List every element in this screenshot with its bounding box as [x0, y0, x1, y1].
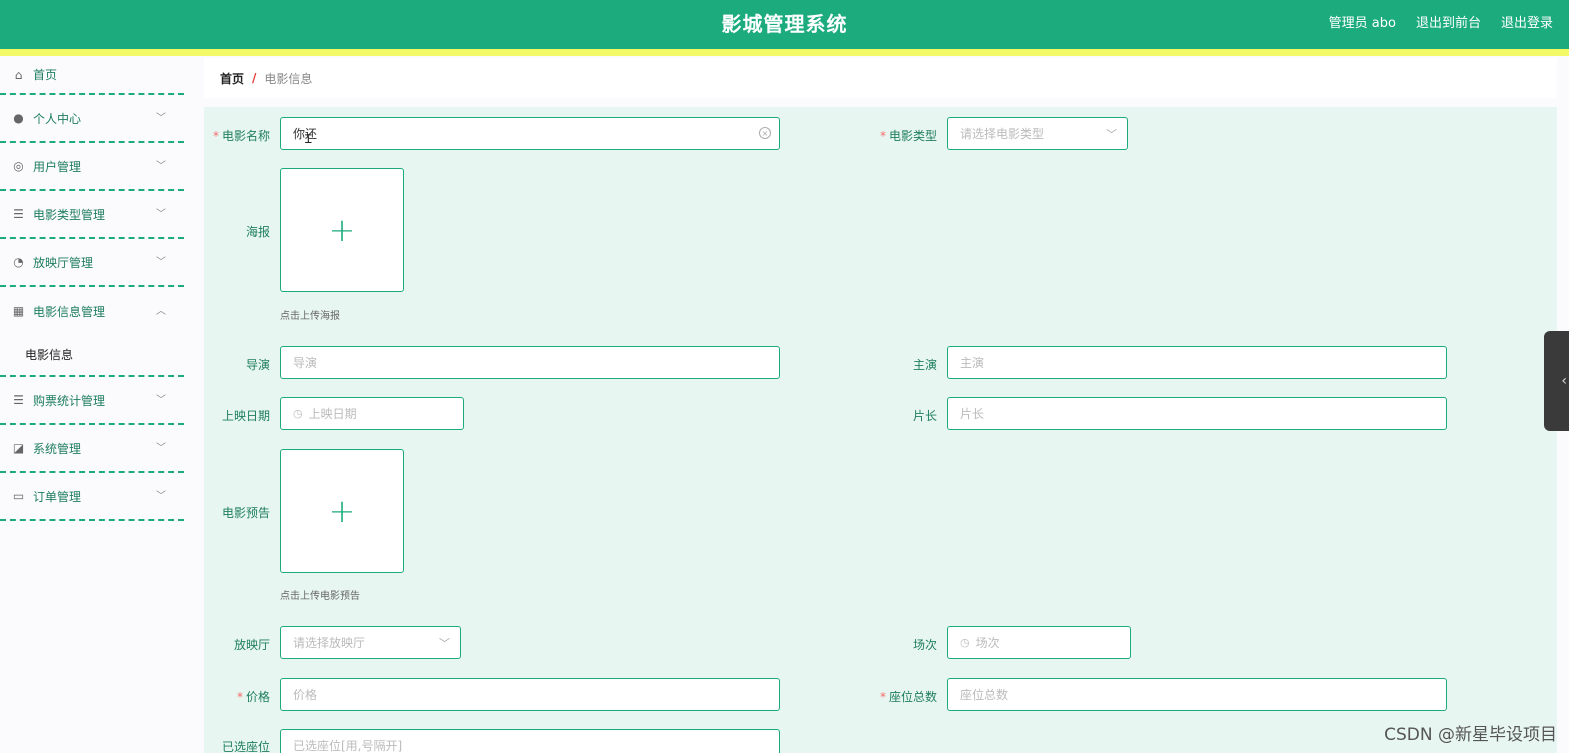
- sidebar-item-ticket-stats-management[interactable]: ☰ 购票统计管理 ﹀: [0, 377, 184, 425]
- sidebar-item-order-management[interactable]: ▭ 订单管理 ﹀: [0, 473, 184, 521]
- price-input[interactable]: 价格: [280, 678, 780, 711]
- movie-name-input[interactable]: 你还 ×: [280, 117, 780, 150]
- session-label: 场次: [912, 638, 937, 652]
- chevron-down-icon: ﹀: [156, 491, 166, 502]
- sidebar-item-label: 用户管理: [33, 159, 82, 174]
- sidebar-item-label: 电影信息管理: [33, 304, 106, 319]
- logout-link[interactable]: 退出登录: [1501, 12, 1553, 31]
- chevron-down-icon: ﹀: [156, 443, 166, 454]
- breadcrumb-separator: /: [252, 71, 257, 85]
- submenu-movie-info: 电影信息: [0, 335, 184, 377]
- sidebar-item-label: 电影类型管理: [33, 207, 106, 222]
- breadcrumb-current: 电影信息: [264, 71, 313, 86]
- sidebar-item-movie-type-management[interactable]: ☰ 电影类型管理 ﹀: [0, 191, 184, 239]
- movie-name-label: * 电影名称: [212, 129, 270, 143]
- user-icon: ●: [13, 111, 24, 125]
- chevron-down-icon: ﹀: [156, 113, 166, 124]
- chevron-down-icon: ﹀: [156, 209, 166, 220]
- monitor-icon: ▭: [12, 489, 25, 503]
- sidebar-item-user-management[interactable]: ◎ 用户管理 ﹀: [0, 143, 184, 191]
- sidebar-subitem-movie-info[interactable]: 电影信息: [0, 335, 184, 375]
- lifebuoy-icon: ◎: [13, 159, 24, 173]
- top-header: 影城管理系统 管理员 abo 退出到前台 退出登录: [0, 0, 1569, 49]
- seats-selected-input[interactable]: 已选座位[用,号隔开]: [280, 729, 780, 753]
- actor-label: 主演: [912, 358, 937, 372]
- poster-label: 海报: [245, 225, 270, 239]
- exit-to-front-link[interactable]: 退出到前台: [1416, 12, 1481, 31]
- seat-total-label: * 座位总数: [879, 690, 937, 704]
- sidebar-item-hall-management[interactable]: ◔ 放映厅管理 ﹀: [0, 239, 184, 287]
- movie-type-label: * 电影类型: [879, 129, 937, 143]
- sidebar: ⌂ 首页 ● 个人中心 ﹀ ◎ 用户管理 ﹀ ☰ 电影类型管理 ﹀ ◔ 放映厅管…: [0, 56, 184, 753]
- sidebar-item-label: 首页: [33, 68, 58, 82]
- compass-icon: ◔: [13, 255, 24, 269]
- header-accent-strip: [0, 49, 1569, 56]
- clock-icon: ◷: [293, 407, 303, 420]
- chevron-left-icon: ‹: [1561, 373, 1567, 389]
- sidebar-item-label: 放映厅管理: [33, 255, 94, 270]
- movie-type-select[interactable]: 请选择电影类型 ﹀: [947, 117, 1128, 150]
- actor-input[interactable]: 主演: [947, 346, 1447, 379]
- home-icon: ⌂: [14, 67, 23, 82]
- admin-label: 管理员 abo: [1328, 16, 1396, 31]
- chevron-down-icon: ﹀: [156, 395, 166, 406]
- hall-select[interactable]: 请选择放映厅 ﹀: [280, 626, 461, 659]
- sidebar-item-home[interactable]: ⌂ 首页: [0, 56, 184, 95]
- poster-hint: 点击上传海报: [280, 311, 340, 322]
- chevron-up-icon: ︿: [156, 306, 166, 317]
- side-panel-toggle[interactable]: ‹: [1544, 331, 1569, 431]
- price-label: * 价格: [236, 690, 270, 704]
- breadcrumb-home[interactable]: 首页: [220, 70, 244, 87]
- clear-icon[interactable]: ×: [759, 127, 771, 139]
- session-picker[interactable]: ◷ 场次: [947, 626, 1131, 659]
- chart-icon: ◪: [12, 441, 25, 455]
- poster-upload[interactable]: +: [280, 168, 404, 292]
- duration-label: 片长: [912, 409, 937, 423]
- trailer-upload[interactable]: +: [280, 449, 404, 573]
- sidebar-item-label: 系统管理: [33, 441, 82, 456]
- header-actions: 管理员 abo 退出到前台 退出登录: [1329, 12, 1553, 31]
- seat-total-input[interactable]: 座位总数: [947, 678, 1447, 711]
- chevron-down-icon: ﹀: [439, 637, 450, 650]
- director-input[interactable]: 导演: [280, 346, 780, 379]
- chevron-down-icon: ﹀: [1106, 128, 1117, 141]
- seats-selected-label: 已选座位: [221, 740, 270, 753]
- plus-icon: +: [328, 492, 356, 530]
- clock-icon: ◷: [960, 636, 970, 649]
- sidebar-item-label: 购票统计管理: [33, 393, 106, 408]
- sidebar-item-movie-info-management[interactable]: ▦ 电影信息管理 ︿: [0, 287, 184, 335]
- trailer-hint: 点击上传电影预告: [280, 591, 360, 602]
- duration-input[interactable]: 片长: [947, 397, 1447, 430]
- watermark: CSDN @新星毕设项目: [1384, 725, 1557, 745]
- sidebar-item-personal-center[interactable]: ● 个人中心 ﹀: [0, 95, 184, 143]
- director-label: 导演: [245, 358, 270, 372]
- chevron-down-icon: ﹀: [156, 257, 166, 268]
- release-date-picker[interactable]: ◷ 上映日期: [280, 397, 464, 430]
- text-cursor-icon: Ɪ: [305, 132, 312, 146]
- plus-icon: +: [328, 211, 356, 249]
- chevron-down-icon: ﹀: [156, 161, 166, 172]
- sidebar-item-label: 个人中心: [33, 111, 82, 126]
- grid-icon: ▦: [12, 304, 25, 318]
- trailer-label: 电影预告: [221, 506, 270, 520]
- hall-label: 放映厅: [233, 638, 270, 652]
- movie-form: * 电影名称 你还 × * 电影类型 请选择电影类型 ﹀ 海报 + 点击上传海报 导…: [204, 107, 1557, 753]
- list-icon: ☰: [13, 393, 24, 407]
- breadcrumb: 首页 / 电影信息: [204, 58, 1557, 98]
- release-date-label: 上映日期: [221, 409, 270, 423]
- list-icon: ☰: [13, 207, 24, 221]
- sidebar-item-system-management[interactable]: ◪ 系统管理 ﹀: [0, 425, 184, 473]
- sidebar-item-label: 订单管理: [33, 489, 82, 504]
